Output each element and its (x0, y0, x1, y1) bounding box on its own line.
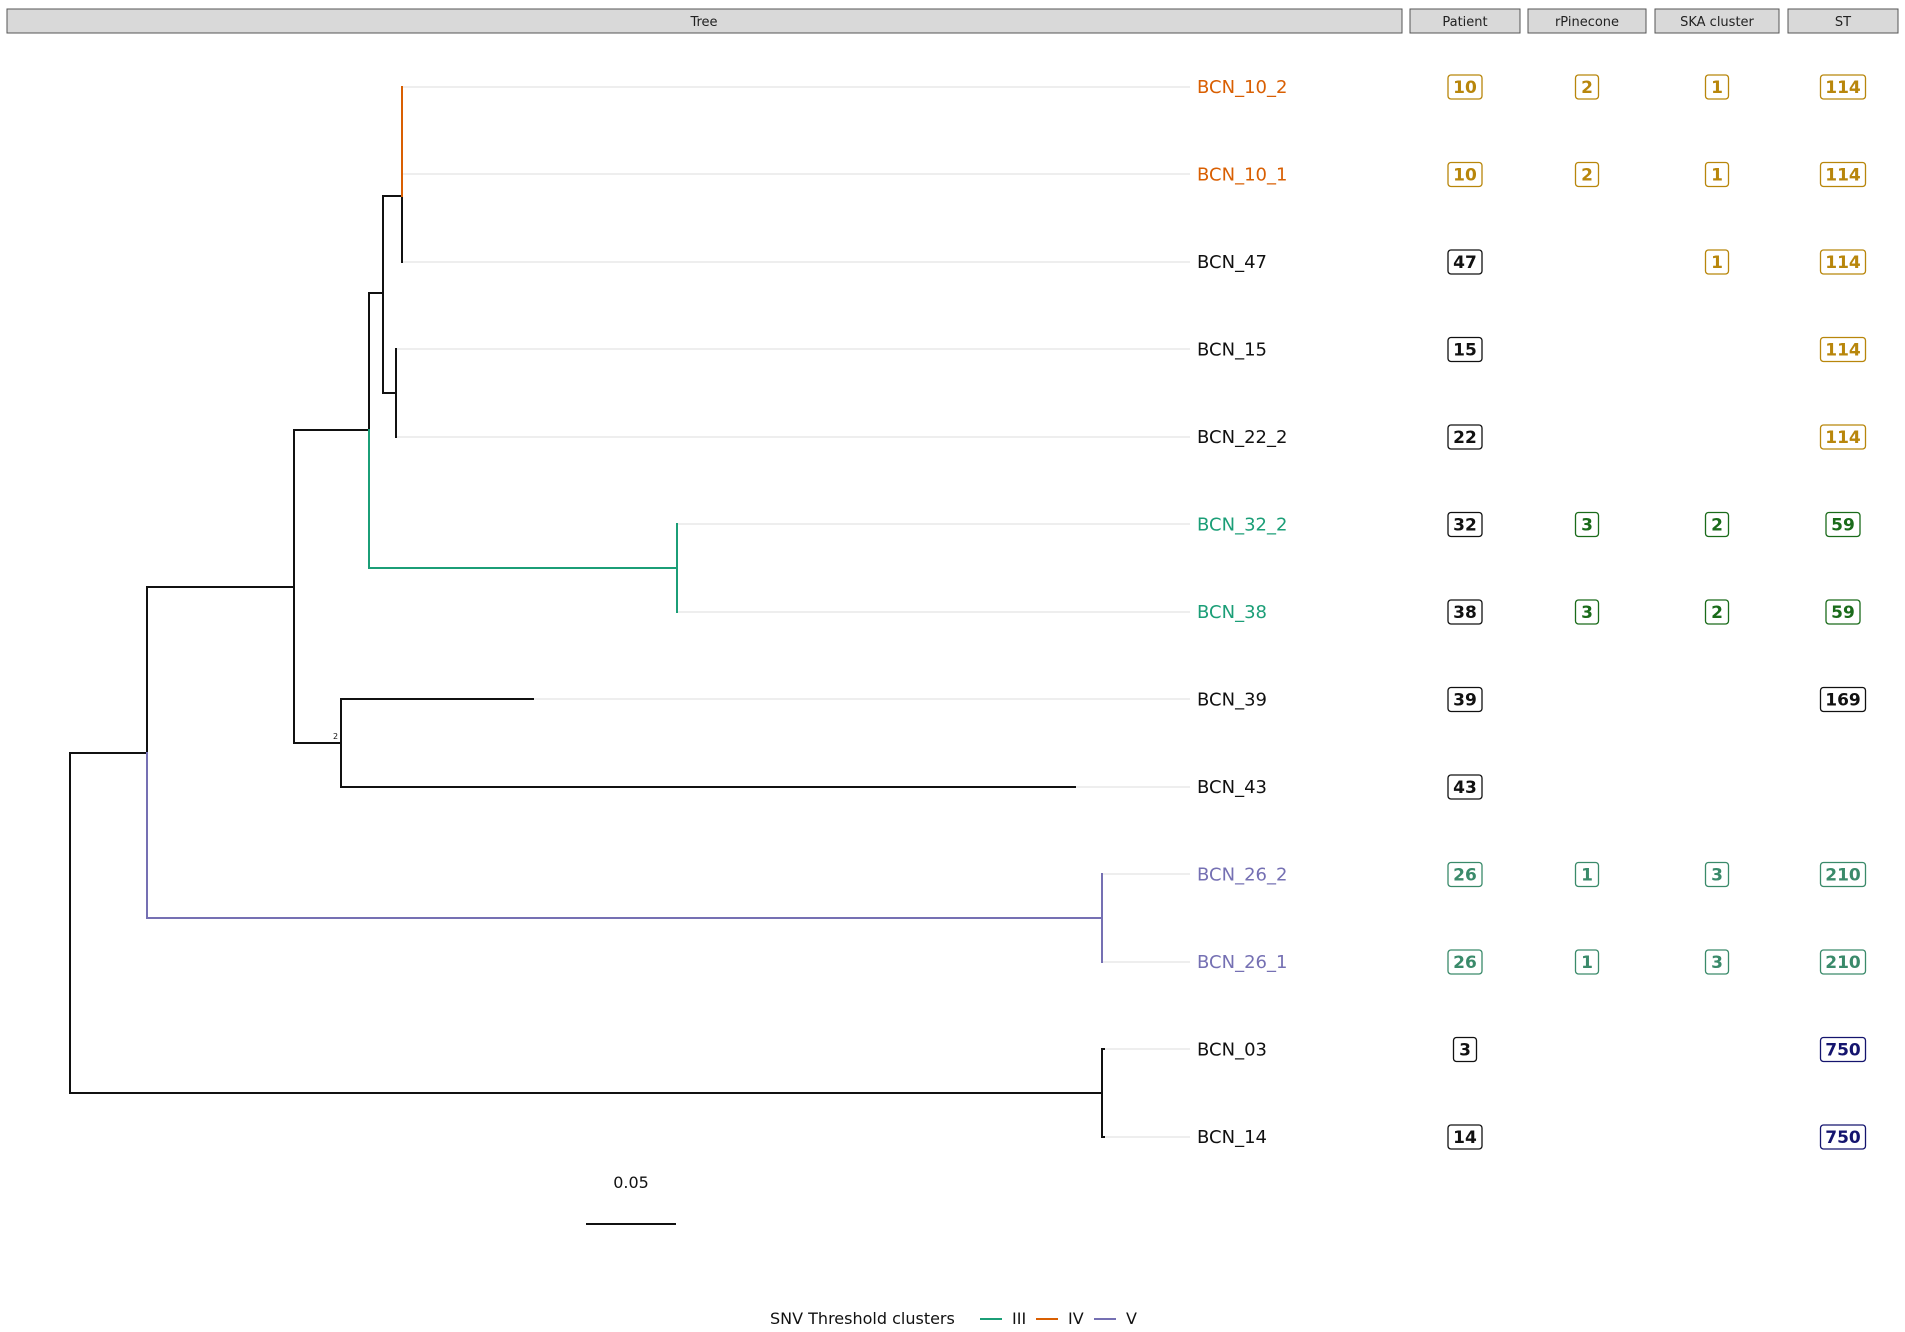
tip-label: BCN_39 (1197, 690, 1267, 711)
rpinecone-value: 2 (1581, 166, 1593, 186)
ska-value: 3 (1711, 953, 1723, 973)
tip-label: BCN_38 (1197, 602, 1267, 623)
legend: SNV Threshold clusters III IV V (770, 1309, 1137, 1328)
patient-value: 26 (1453, 866, 1477, 886)
tip-label: BCN_03 (1197, 1040, 1267, 1061)
st-value: 59 (1831, 603, 1855, 623)
st-value: 114 (1825, 253, 1861, 273)
st-value: 114 (1825, 78, 1861, 98)
st-value: 210 (1825, 866, 1861, 886)
tip-label: BCN_47 (1197, 252, 1267, 273)
patient-value: 3 (1459, 1041, 1471, 1061)
tip-row: BCN_43 43 (1197, 774, 1483, 800)
tip-row: BCN_47 47 1 114 (1197, 249, 1867, 275)
tip-label: BCN_43 (1197, 777, 1267, 798)
column-headers: Tree Patient rPinecone SKA cluster ST (6, 8, 1899, 34)
patient-value: 38 (1453, 603, 1477, 623)
header-tree-label: Tree (689, 15, 717, 30)
tip-row: BCN_10_2 10 2 1 114 (1197, 74, 1867, 100)
phylogenetic-tree-figure: Tree Patient rPinecone SKA cluster ST 2 … (6, 8, 1899, 1328)
patient-value: 43 (1453, 778, 1477, 798)
rpinecone-value: 2 (1581, 78, 1593, 98)
tip-row: BCN_26_2 26 1 3 210 (1197, 861, 1867, 888)
legend-label-iv: IV (1068, 1309, 1084, 1328)
tip-label: BCN_26_1 (1197, 952, 1287, 973)
header-rpinecone-label: rPinecone (1555, 15, 1619, 30)
tip-label: BCN_22_2 (1197, 427, 1287, 448)
scale-bar-label: 0.05 (613, 1173, 649, 1192)
tip-row: BCN_15 15 114 (1197, 336, 1867, 363)
ska-value: 1 (1711, 166, 1723, 186)
ska-value: 3 (1711, 866, 1723, 886)
rpinecone-value: 3 (1581, 516, 1593, 536)
tip-label: BCN_14 (1197, 1127, 1267, 1148)
tip-label: BCN_15 (1197, 340, 1267, 361)
st-value: 750 (1825, 1128, 1861, 1148)
st-value: 750 (1825, 1041, 1861, 1061)
header-ska-label: SKA cluster (1680, 15, 1754, 30)
tip-row: BCN_14 14 750 (1197, 1124, 1867, 1150)
tip-label: BCN_10_1 (1197, 165, 1287, 186)
tip-row: BCN_03 3 750 (1197, 1036, 1867, 1063)
rpinecone-value: 3 (1581, 603, 1593, 623)
patient-value: 22 (1453, 428, 1477, 448)
patient-value: 32 (1453, 516, 1477, 536)
patient-value: 26 (1453, 953, 1477, 973)
st-value: 210 (1825, 953, 1861, 973)
legend-title: SNV Threshold clusters (770, 1309, 955, 1328)
legend-label-iii: III (1012, 1309, 1026, 1328)
ska-value: 1 (1711, 78, 1723, 98)
scale-bar: 0.05 (586, 1173, 676, 1225)
ska-value: 2 (1711, 603, 1723, 623)
header-st-label: ST (1835, 15, 1851, 30)
patient-value: 10 (1453, 166, 1477, 186)
patient-value: 14 (1453, 1128, 1477, 1148)
patient-value: 39 (1453, 691, 1477, 711)
tip-rows: BCN_10_2 10 2 1 114BCN_10_1 10 2 1 114BCN_47 47 1 1… (1197, 74, 1867, 1150)
tip-guide-lines (396, 86, 1190, 1138)
header-patient-label: Patient (1442, 15, 1487, 30)
tip-label: BCN_32_2 (1197, 515, 1287, 536)
node-support-label: 2 (333, 732, 338, 741)
tip-label: BCN_26_2 (1197, 865, 1287, 886)
tip-row: BCN_10_1 10 2 1 114 (1197, 161, 1867, 188)
tip-row: BCN_38 38 3 2 59 (1197, 599, 1861, 625)
tip-row: BCN_39 39 169 (1197, 686, 1867, 713)
rpinecone-value: 1 (1581, 953, 1593, 973)
st-value: 114 (1825, 428, 1861, 448)
patient-value: 15 (1453, 341, 1477, 361)
patient-value: 10 (1453, 78, 1477, 98)
st-value: 114 (1825, 341, 1861, 361)
tip-row: BCN_32_2 32 3 2 59 (1197, 511, 1861, 538)
patient-value: 47 (1453, 253, 1477, 273)
tip-row: BCN_22_2 22 114 (1197, 424, 1867, 450)
st-value: 59 (1831, 516, 1855, 536)
tip-label: BCN_10_2 (1197, 77, 1287, 98)
st-value: 114 (1825, 166, 1861, 186)
ska-value: 2 (1711, 516, 1723, 536)
legend-label-v: V (1126, 1309, 1137, 1328)
st-value: 169 (1825, 691, 1861, 711)
tip-row: BCN_26_1 26 1 3 210 (1197, 949, 1867, 975)
rpinecone-value: 1 (1581, 866, 1593, 886)
ska-value: 1 (1711, 253, 1723, 273)
